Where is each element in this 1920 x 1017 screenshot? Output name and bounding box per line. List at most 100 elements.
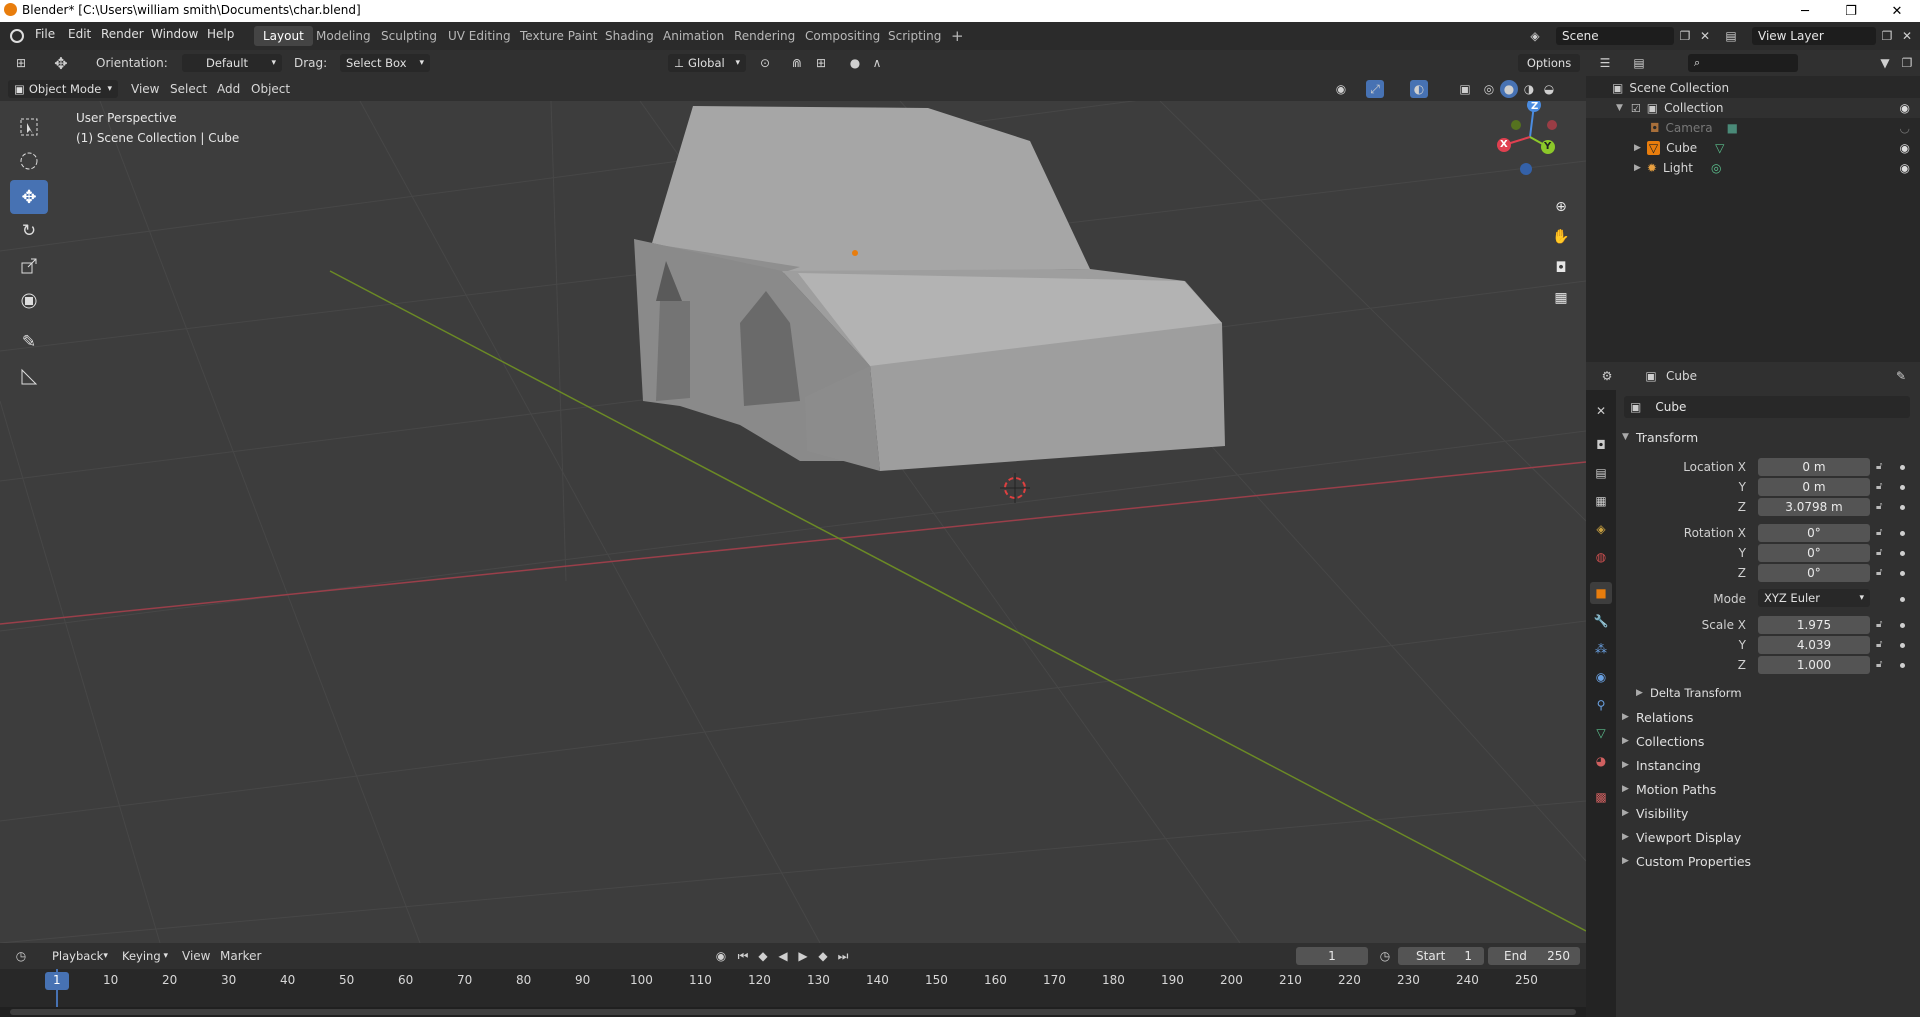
delete-scene-icon[interactable]: ✕ bbox=[1696, 27, 1714, 45]
start-frame-field[interactable]: Start 1 bbox=[1398, 947, 1484, 965]
collections-panel-header[interactable]: ▶ Collections bbox=[1622, 730, 1920, 752]
proportional-edit-icon[interactable]: ● bbox=[846, 54, 864, 72]
filter-icon[interactable]: ▼ bbox=[1876, 54, 1894, 72]
view-layer-icon[interactable]: ▤ bbox=[1722, 27, 1740, 45]
motion-paths-panel-header[interactable]: ▶ Motion Paths bbox=[1622, 778, 1920, 800]
keying-menu[interactable]: Keying ▾ bbox=[116, 947, 174, 965]
world-tab-icon[interactable]: ◍ bbox=[1590, 546, 1612, 568]
display-mode-icon[interactable]: ▤ bbox=[1630, 54, 1648, 72]
lock-icon[interactable]: 🔓︎ bbox=[1876, 481, 1888, 493]
camera-view-icon[interactable]: ◘ bbox=[1548, 255, 1574, 281]
timeline-menu-view[interactable]: View bbox=[182, 949, 210, 963]
tab-uv-editing[interactable]: UV Editing bbox=[439, 26, 520, 46]
scene-tab-icon[interactable]: ◈ bbox=[1590, 518, 1612, 540]
end-frame-field[interactable]: End 250 bbox=[1488, 947, 1580, 965]
play-icon[interactable]: ▶ bbox=[794, 947, 812, 965]
rotation-z-field[interactable]: 0° bbox=[1758, 564, 1870, 582]
measure-tool-icon[interactable] bbox=[10, 360, 48, 394]
new-scene-icon[interactable]: ❐ bbox=[1676, 27, 1694, 45]
view-layer-field[interactable]: View Layer bbox=[1752, 27, 1876, 45]
scale-tool-icon[interactable] bbox=[10, 249, 48, 283]
modifier-tab-icon[interactable]: 🔧 bbox=[1590, 610, 1612, 632]
scene-icon[interactable]: ◈ bbox=[1526, 27, 1544, 45]
outliner-row-camera[interactable]: ◘ Camera ■ ◡ bbox=[1586, 118, 1920, 138]
snap-icon[interactable]: ⋒ bbox=[788, 54, 806, 72]
rotate-tool-icon[interactable]: ↻ bbox=[10, 214, 48, 248]
keyframe-dot-icon[interactable] bbox=[1900, 551, 1905, 556]
lock-icon[interactable]: 🔓︎ bbox=[1876, 461, 1888, 473]
tab-layout[interactable]: Layout bbox=[254, 26, 313, 46]
tab-compositing[interactable]: Compositing bbox=[796, 26, 889, 46]
material-tab-icon[interactable]: ◕ bbox=[1590, 750, 1612, 772]
output-tab-icon[interactable]: ▤ bbox=[1590, 462, 1612, 484]
outliner-row-scene-collection[interactable]: ▣ Scene Collection bbox=[1586, 78, 1920, 98]
expand-arrow-icon[interactable]: ▶ bbox=[1634, 143, 1641, 153]
menu-help[interactable]: Help bbox=[207, 27, 234, 41]
scale-y-field[interactable]: 4.039 bbox=[1758, 636, 1870, 654]
visibility-panel-header[interactable]: ▶ Visibility bbox=[1622, 802, 1920, 824]
eye-closed-icon[interactable]: ◡ bbox=[1900, 121, 1910, 135]
prev-keyframe-icon[interactable]: ◆ bbox=[754, 947, 772, 965]
menu-file[interactable]: File bbox=[35, 27, 55, 41]
editor-type-icon[interactable]: ⊞ bbox=[12, 54, 30, 72]
new-collection-icon[interactable]: ❐ bbox=[1898, 54, 1916, 72]
tab-sculpting[interactable]: Sculpting bbox=[372, 26, 446, 46]
render-tab-icon[interactable]: ◘ bbox=[1590, 434, 1612, 456]
wireframe-shading-icon[interactable]: ◎ bbox=[1480, 80, 1498, 98]
lock-icon[interactable]: 🔓︎ bbox=[1876, 547, 1888, 559]
jump-start-icon[interactable]: ⏮ bbox=[734, 947, 752, 965]
instancing-panel-header[interactable]: ▶ Instancing bbox=[1622, 754, 1920, 776]
location-y-field[interactable]: 0 m bbox=[1758, 478, 1870, 496]
keyframe-dot-icon[interactable] bbox=[1900, 531, 1905, 536]
eye-icon[interactable]: ◉ bbox=[1900, 101, 1910, 115]
tab-scripting[interactable]: Scripting bbox=[879, 26, 950, 46]
object-mode-dropdown[interactable]: ▣ Object Mode ▾ bbox=[8, 80, 118, 98]
expand-arrow-icon[interactable]: ▶ bbox=[1634, 163, 1641, 173]
view-layer-tab-icon[interactable]: ▦ bbox=[1590, 490, 1612, 512]
outliner-row-collection[interactable]: ▼ ☑ ▣ Collection ◉ bbox=[1586, 98, 1920, 118]
keyframe-dot-icon[interactable] bbox=[1900, 597, 1905, 602]
scene-name-field[interactable]: Scene bbox=[1556, 27, 1674, 45]
keyframe-dot-icon[interactable] bbox=[1900, 571, 1905, 576]
solid-shading-icon[interactable]: ● bbox=[1500, 80, 1518, 98]
blender-menu-icon[interactable] bbox=[10, 29, 24, 43]
transform-tool-icon[interactable] bbox=[10, 284, 48, 318]
data-tab-icon[interactable]: ▽ bbox=[1590, 722, 1612, 744]
orientation-dropdown[interactable]: Default ▾ bbox=[182, 54, 282, 72]
viewport-menu-add[interactable]: Add bbox=[217, 82, 240, 96]
delta-transform-header[interactable]: ▶ Delta Transform bbox=[1636, 682, 1906, 704]
pivot-point-icon[interactable]: ⊙ bbox=[756, 54, 774, 72]
gizmo-toggle-icon[interactable]: ⤢ bbox=[1366, 80, 1384, 98]
lock-icon[interactable]: 🔓︎ bbox=[1876, 639, 1888, 651]
menu-window[interactable]: Window bbox=[151, 27, 198, 41]
timeline-menu-marker[interactable]: Marker bbox=[220, 949, 261, 963]
keyframe-dot-icon[interactable] bbox=[1900, 623, 1905, 628]
close-button[interactable]: ✕ bbox=[1874, 0, 1920, 22]
record-icon[interactable]: ◉ bbox=[712, 947, 730, 965]
tool-tab-icon[interactable]: ✕ bbox=[1590, 400, 1612, 422]
playback-menu[interactable]: Playback ▾ bbox=[46, 947, 112, 965]
move-tool-icon[interactable]: ✥ bbox=[10, 180, 48, 214]
viewport-menu-view[interactable]: View bbox=[131, 82, 159, 96]
editor-type-icon[interactable]: ☰ bbox=[1596, 54, 1614, 72]
zoom-icon[interactable]: ⊕ bbox=[1548, 194, 1574, 220]
pan-hand-icon[interactable]: ✋ bbox=[1548, 224, 1574, 250]
rotation-y-field[interactable]: 0° bbox=[1758, 544, 1870, 562]
options-dropdown[interactable]: Options bbox=[1518, 54, 1580, 72]
viewport-menu-object[interactable]: Object bbox=[251, 82, 290, 96]
keyframe-dot-icon[interactable] bbox=[1900, 663, 1905, 668]
physics-tab-icon[interactable]: ◉ bbox=[1590, 666, 1612, 688]
outliner-search-input[interactable]: ⌕ bbox=[1688, 54, 1798, 72]
transform-panel-header[interactable]: ▼ Transform bbox=[1622, 426, 1920, 448]
snap-target-icon[interactable]: ⊞ bbox=[812, 54, 830, 72]
drag-dropdown[interactable]: Select Box ▾ bbox=[340, 54, 430, 72]
cursor-tool-icon[interactable] bbox=[10, 144, 48, 178]
viewport-display-panel-header[interactable]: ▶ Viewport Display bbox=[1622, 826, 1920, 848]
texture-tab-icon[interactable]: ▩ bbox=[1590, 786, 1612, 808]
rotation-x-field[interactable]: 0° bbox=[1758, 524, 1870, 542]
particles-tab-icon[interactable]: ⁂ bbox=[1590, 638, 1612, 660]
expand-arrow-icon[interactable]: ▼ bbox=[1616, 103, 1623, 113]
add-workspace-button[interactable]: + bbox=[942, 26, 973, 46]
eye-icon[interactable]: ◉ bbox=[1900, 141, 1910, 155]
select-box-tool-icon[interactable] bbox=[10, 110, 48, 144]
